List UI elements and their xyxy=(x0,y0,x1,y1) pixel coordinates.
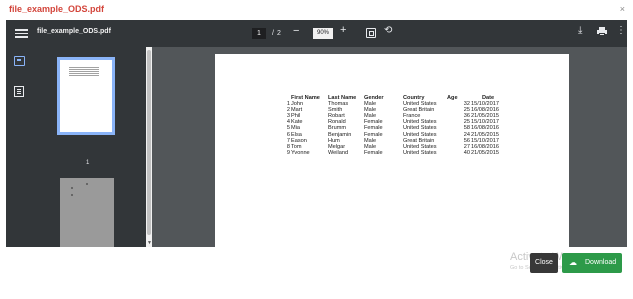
viewer-toolbar: file_example_ODS.pdf 1 / 2 − 90% + ⟲ ⤓ ⋮ xyxy=(6,20,627,47)
download-button[interactable]: ☁ Download xyxy=(562,253,622,273)
sidebar-icon-strip xyxy=(6,47,34,247)
page-thumbnail-2[interactable] xyxy=(60,178,114,247)
modal-close-button[interactable]: × xyxy=(620,4,625,14)
table-cell: Weiland xyxy=(328,149,349,156)
rotate-icon[interactable]: ⟲ xyxy=(384,25,392,36)
table-body: 1 John Thomas Male United States 32 15/10/2017… xyxy=(285,101,511,156)
fit-page-icon[interactable] xyxy=(366,28,376,38)
download-button-label: Download xyxy=(585,259,617,266)
thumbnail-label-1: 1 xyxy=(86,160,90,166)
cloud-download-icon: ☁ xyxy=(569,258,577,267)
total-pages: 2 xyxy=(276,29,281,37)
page-separator: / xyxy=(272,29,274,37)
table-row: 9 Yvonne Weiland Female United States 40 21/05… xyxy=(285,150,511,156)
thumbnail-scrollbar[interactable]: ▼ xyxy=(146,47,152,247)
modal-title: file_example_ODS.pdf xyxy=(9,4,105,14)
download-icon[interactable]: ⤓ xyxy=(578,25,582,36)
table-cell: 40 xyxy=(463,149,470,156)
zoom-out-button[interactable]: − xyxy=(293,25,299,37)
thumbnail-panel: 1 2 xyxy=(34,47,152,247)
zoom-input[interactable]: 90% xyxy=(313,28,333,39)
close-button[interactable]: Close xyxy=(530,253,558,273)
thumbnail-content xyxy=(69,67,99,77)
document-outline-icon[interactable] xyxy=(14,86,24,97)
modal-header: file_example_ODS.pdf × xyxy=(0,0,633,20)
current-page-input[interactable]: 1 xyxy=(252,27,266,39)
table-cell: United States xyxy=(403,149,437,156)
table-cell: 21/05/2015 xyxy=(471,149,499,156)
print-icon[interactable] xyxy=(597,27,607,36)
more-icon[interactable]: ⋮ xyxy=(616,25,626,36)
scrollbar-thumb[interactable] xyxy=(147,50,151,235)
table-cell: Female xyxy=(364,149,383,156)
page-indicator: 1 / 2 xyxy=(252,27,281,39)
thumbnails-icon[interactable] xyxy=(14,56,25,66)
pdf-viewer: file_example_ODS.pdf 1 / 2 − 90% + ⟲ ⤓ ⋮ xyxy=(6,20,627,247)
toolbar-filename: file_example_ODS.pdf xyxy=(37,28,111,35)
menu-icon[interactable] xyxy=(15,27,28,40)
data-table: First Name Last Name Gender Country Age … xyxy=(285,95,511,156)
zoom-in-button[interactable]: + xyxy=(340,24,346,36)
scroll-down-icon[interactable]: ▼ xyxy=(147,240,152,246)
pdf-modal: file_example_ODS.pdf × file_example_ODS.… xyxy=(0,0,633,299)
table-cell: Yvonne xyxy=(291,149,310,156)
pdf-page: First Name Last Name Gender Country Age … xyxy=(215,54,569,247)
page-thumbnail-1[interactable] xyxy=(57,57,115,135)
